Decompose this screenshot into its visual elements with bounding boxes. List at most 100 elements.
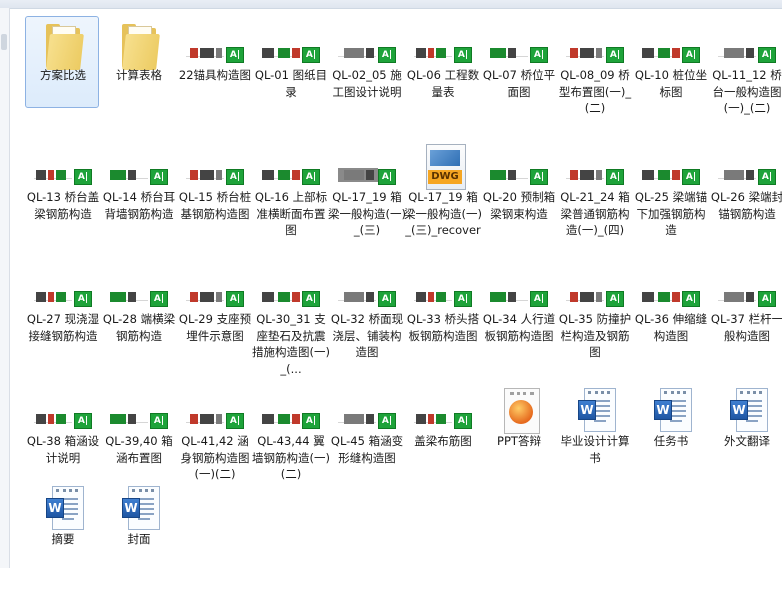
file-item[interactable]: A| QL-08_09 桥型布置图(一)_(二): [556, 18, 634, 138]
cad-badge: A|: [226, 47, 244, 63]
file-item[interactable]: A| QL-36 伸缩缝构造图: [632, 262, 710, 382]
file-item[interactable]: A| QL-16 上部标准横断面布置图: [252, 140, 330, 260]
file-item[interactable]: A| QL-25 梁端锚下加强钢筋构造: [632, 140, 710, 260]
file-item[interactable]: A| QL-20 预制箱梁钢束构造: [480, 140, 558, 260]
file-item[interactable]: A| QL-27 现浇湿接缝钢筋构造: [24, 262, 102, 382]
file-item[interactable]: 方案比选: [24, 16, 102, 138]
file-item-label: 计算表格: [116, 68, 162, 82]
cad-badge: A|: [226, 291, 244, 307]
file-item-label: QL-14 桥台耳背墙钢筋构造: [102, 190, 176, 221]
file-item-label: 封面: [127, 532, 151, 546]
file-item[interactable]: A| QL-21_24 箱梁普通钢筋构造(一)_(四): [556, 140, 634, 260]
file-item[interactable]: W 封面: [100, 482, 178, 602]
file-item[interactable]: A| QL-17_19 箱梁一般构造(一)_(三): [328, 140, 406, 260]
file-item-label: QL-30_31 支座垫石及抗震措施构造图(一)_(...: [252, 312, 330, 376]
file-item-label: QL-34 人行道板钢筋构造图: [482, 312, 556, 343]
file-item-label: QL-36 伸缩缝构造图: [634, 312, 708, 343]
file-item-label: QL-17_19 箱梁一般构造(一)_(三)_recover: [404, 190, 482, 237]
file-item[interactable]: PPT答辩: [480, 384, 558, 504]
file-item-label: QL-25 梁端锚下加强钢筋构造: [634, 190, 708, 237]
file-item[interactable]: A| QL-35 防撞护栏构造及钢筋图: [556, 262, 634, 382]
word-badge: W: [578, 400, 596, 420]
file-item[interactable]: A| QL-45 箱涵变形缝构造图: [328, 384, 406, 504]
cad-badge: A|: [378, 413, 396, 429]
word-badge: W: [122, 498, 140, 518]
file-item[interactable]: A| QL-29 支座预埋件示意图: [176, 262, 254, 382]
cad-badge: A|: [150, 169, 168, 185]
file-item[interactable]: A| QL-07 桥位平面图: [480, 18, 558, 138]
file-item-label: QL-32 桥面现浇层、铺装构造图: [330, 312, 404, 359]
file-item-label: QL-08_09 桥型布置图(一)_(二): [558, 68, 632, 115]
file-item[interactable]: A| QL-37 栏杆一般构造图: [708, 262, 782, 382]
file-item-label: QL-11_12 桥台一般构造图(一)_(二): [712, 68, 782, 115]
file-item-label: PPT答辩: [497, 434, 541, 448]
file-item-label: 外文翻译: [724, 434, 770, 448]
word-badge: W: [730, 400, 748, 420]
cad-badge: A|: [150, 291, 168, 307]
word-badge: W: [654, 400, 672, 420]
file-item-label: QL-15 桥台桩基钢筋构造图: [178, 190, 252, 221]
cad-badge: A|: [682, 47, 700, 63]
file-item[interactable]: A| QL-06 工程数量表: [404, 18, 482, 138]
file-item[interactable]: A| QL-14 桥台耳背墙钢筋构造: [100, 140, 178, 260]
file-item[interactable]: A| QL-28 端横梁钢筋构造: [100, 262, 178, 382]
cad-badge: A|: [226, 413, 244, 429]
cad-badge: A|: [758, 47, 776, 63]
cad-badge: A|: [454, 291, 472, 307]
cad-badge: A|: [530, 169, 548, 185]
cad-badge: A|: [378, 291, 396, 307]
file-item-label: QL-41,42 涵身钢筋构造图(一)(二): [180, 434, 250, 481]
cad-badge: A|: [606, 47, 624, 63]
file-item-label: 方案比选: [40, 68, 86, 82]
cad-badge: A|: [226, 169, 244, 185]
file-item[interactable]: W 毕业设计计算书: [556, 384, 634, 504]
file-item-label: QL-38 箱涵设计说明: [26, 434, 100, 465]
file-icon-grid: 方案比选 计算表格 A| 22锚具构造图 A| QL-01 图纸目录 A| QL-02_05 …: [0, 0, 782, 568]
cad-badge: A|: [530, 291, 548, 307]
cad-badge: A|: [302, 291, 320, 307]
file-item-label: QL-28 端横梁钢筋构造: [102, 312, 176, 343]
file-item-label: QL-01 图纸目录: [254, 68, 328, 99]
file-item[interactable]: A| QL-43,44 翼墙钢筋构造(一)(二): [252, 384, 330, 504]
file-item-label: QL-21_24 箱梁普通钢筋构造(一)_(四): [560, 190, 630, 237]
cad-badge: A|: [758, 291, 776, 307]
cad-badge: A|: [530, 47, 548, 63]
file-item[interactable]: W 摘要: [24, 482, 102, 602]
file-item[interactable]: A| QL-34 人行道板钢筋构造图: [480, 262, 558, 382]
file-item[interactable]: W 任务书: [632, 384, 710, 504]
file-item[interactable]: A| 22锚具构造图: [176, 18, 254, 138]
word-badge: W: [46, 498, 64, 518]
file-item[interactable]: A| QL-11_12 桥台一般构造图(一)_(二): [708, 18, 782, 138]
file-item-label: QL-10 桩位坐标图: [634, 68, 708, 99]
file-item[interactable]: A| QL-26 梁端封锚钢筋构造: [708, 140, 782, 260]
cad-badge: A|: [606, 291, 624, 307]
file-item[interactable]: A| QL-01 图纸目录: [252, 18, 330, 138]
cad-badge: A|: [454, 47, 472, 63]
file-item[interactable]: A| QL-30_31 支座垫石及抗震措施构造图(一)_(...: [252, 262, 330, 382]
file-item-label: QL-45 箱涵变形缝构造图: [330, 434, 404, 465]
file-item[interactable]: DWG QL-17_19 箱梁一般构造(一)_(三)_recover: [404, 140, 482, 260]
cad-badge: A|: [454, 413, 472, 429]
cad-badge: A|: [74, 169, 92, 185]
cad-badge: A|: [758, 169, 776, 185]
file-item[interactable]: A| QL-02_05 施工图设计说明: [328, 18, 406, 138]
file-item[interactable]: W 外文翻译: [708, 384, 782, 504]
file-item[interactable]: A| QL-41,42 涵身钢筋构造图(一)(二): [176, 384, 254, 504]
file-item-label: QL-37 栏杆一般构造图: [710, 312, 782, 343]
file-item-label: QL-26 梁端封锚钢筋构造: [710, 190, 782, 221]
file-item-label: 摘要: [51, 532, 75, 546]
file-item[interactable]: 计算表格: [100, 18, 178, 138]
file-item-label: QL-43,44 翼墙钢筋构造(一)(二): [252, 434, 330, 481]
file-item[interactable]: A| QL-13 桥台盖梁钢筋构造: [24, 140, 102, 260]
file-item-label: 盖梁布筋图: [414, 434, 472, 448]
file-item[interactable]: A| QL-32 桥面现浇层、铺装构造图: [328, 262, 406, 382]
cad-badge: A|: [74, 291, 92, 307]
file-item[interactable]: A| QL-33 桥头搭板钢筋构造图: [404, 262, 482, 382]
file-item-label: 22锚具构造图: [178, 68, 252, 82]
dwg-tag: DWG: [428, 170, 462, 184]
file-item-label: QL-16 上部标准横断面布置图: [254, 190, 328, 237]
file-item-label: QL-39,40 箱涵布置图: [105, 434, 173, 465]
file-item[interactable]: A| QL-15 桥台桩基钢筋构造图: [176, 140, 254, 260]
file-item[interactable]: A| QL-10 桩位坐标图: [632, 18, 710, 138]
file-item[interactable]: A| 盖梁布筋图: [404, 384, 482, 504]
